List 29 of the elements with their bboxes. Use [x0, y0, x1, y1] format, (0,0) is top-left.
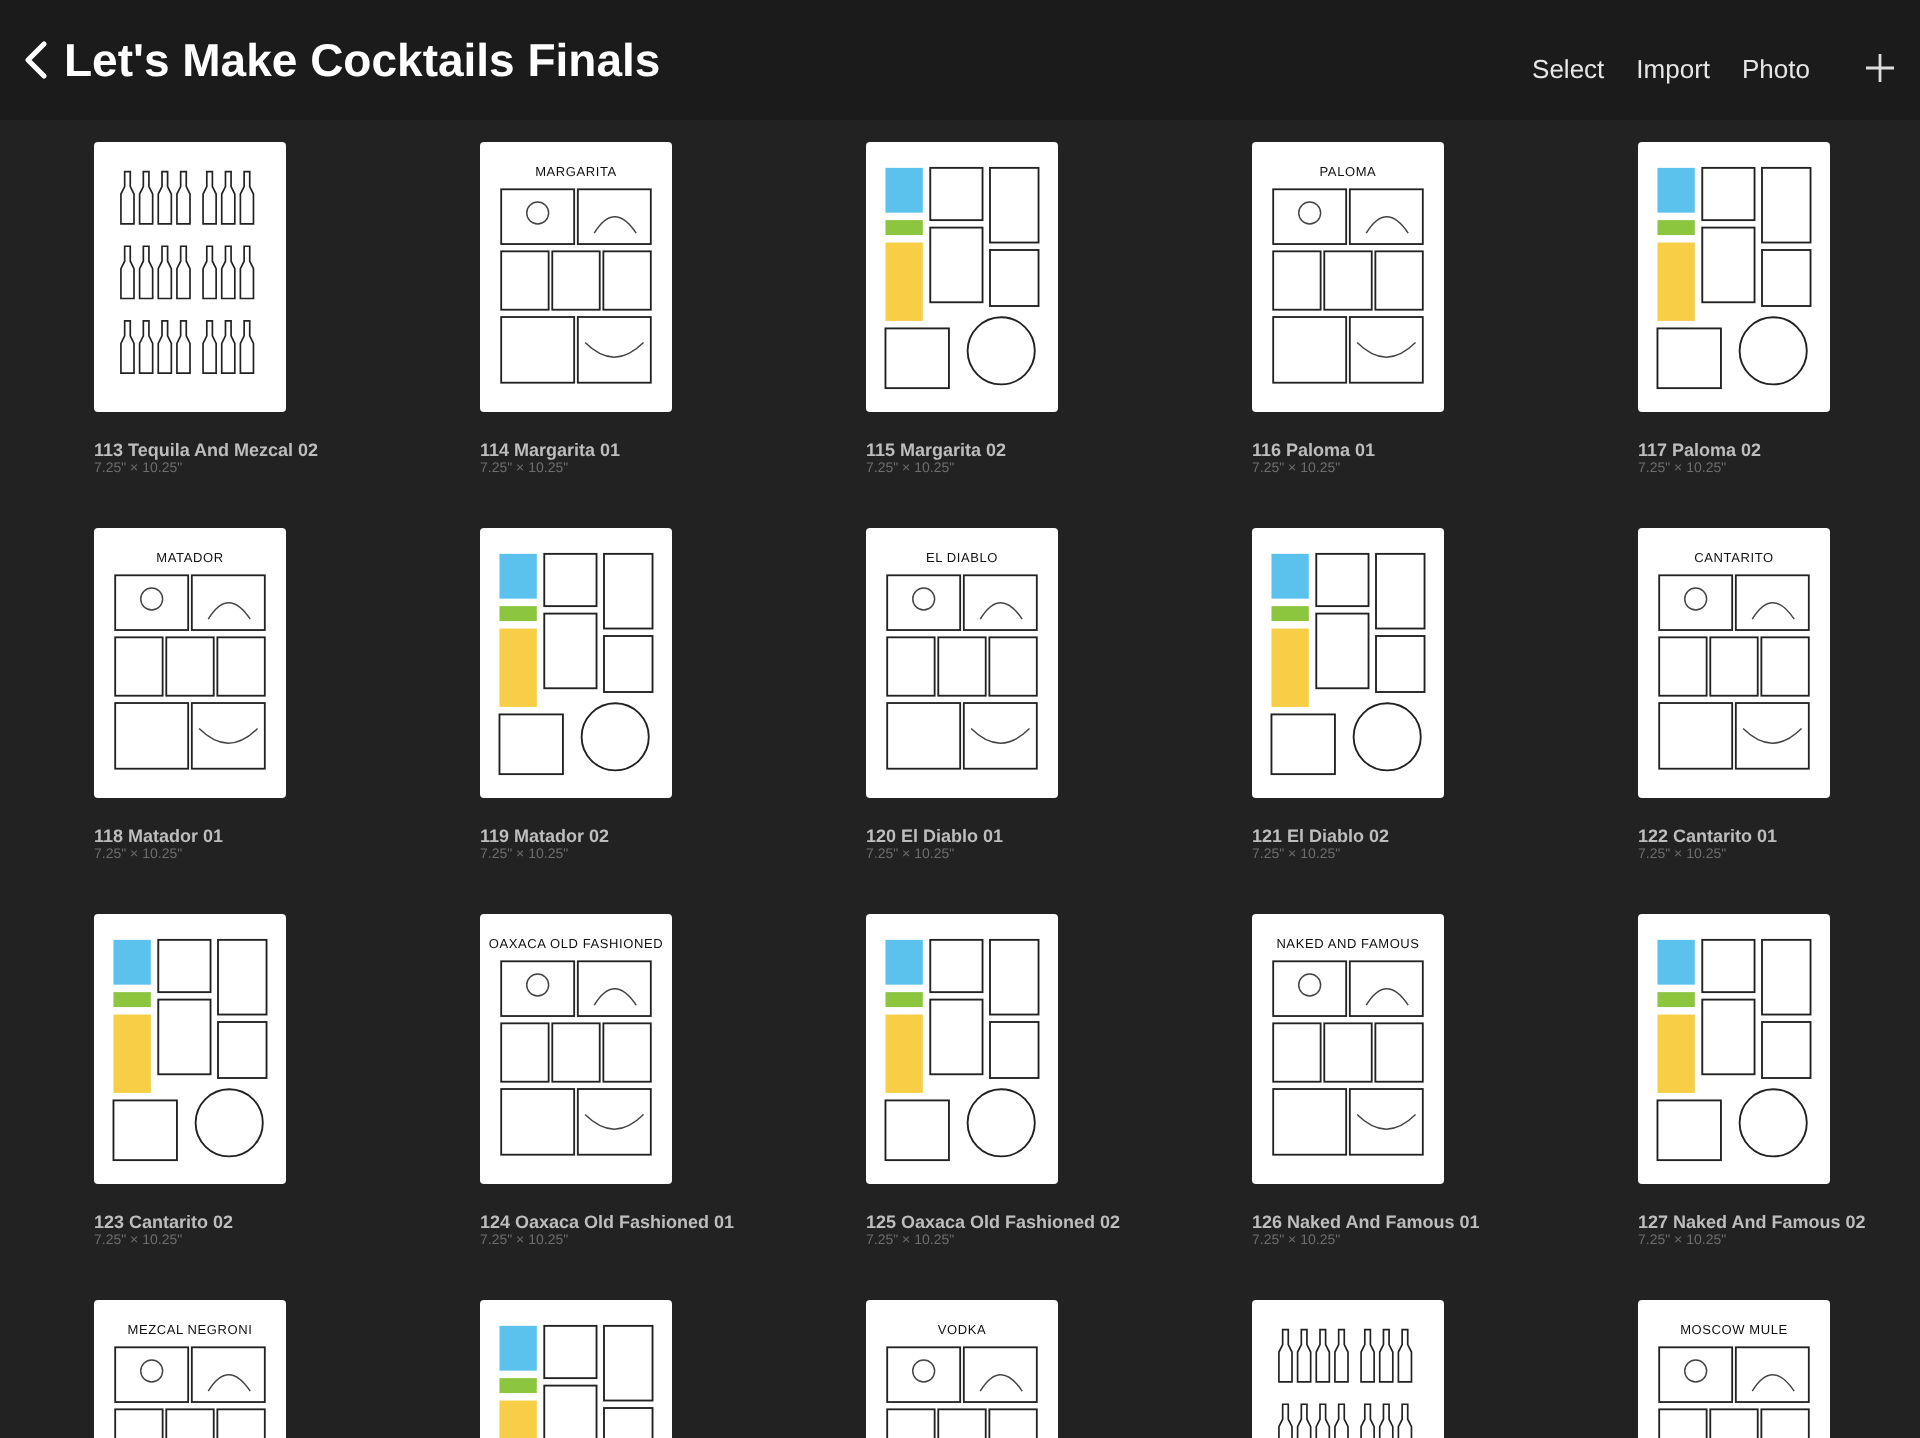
artwork-thumbnail[interactable] [866, 914, 1058, 1184]
gallery-title: Let's Make Cocktails Finals [64, 33, 661, 87]
artwork-thumbnail[interactable] [1638, 142, 1830, 412]
artwork-thumbnail[interactable] [94, 914, 286, 1184]
artwork-name: 123 Cantarito 02 [94, 1212, 236, 1232]
artwork-thumbnail[interactable] [866, 142, 1058, 412]
artwork-thumbnail[interactable] [1638, 914, 1830, 1184]
artwork-name: 119 Matador 02 [480, 826, 612, 846]
artwork-name: 114 Margarita 01 [480, 440, 623, 460]
toolbar-button[interactable]: Import [1626, 49, 1721, 87]
artwork-name: 117 Paloma 02 [1638, 440, 1764, 460]
plus-icon[interactable] [1864, 52, 1896, 84]
artwork-name: 120 El Diablo 01 [866, 826, 1006, 846]
artwork-thumbnail[interactable] [94, 142, 286, 412]
artwork-name: 122 Cantarito 01 [1638, 826, 1780, 846]
artwork-name: 121 El Diablo 02 [1252, 826, 1392, 846]
artwork-name: 126 Naked And Famous 01 [1252, 1212, 1482, 1232]
toolbar-button[interactable]: Select [1522, 49, 1615, 87]
artwork-name: 125 Oaxaca Old Fashioned 02 [866, 1212, 1123, 1232]
artwork-name: 113 Tequila And Mezcal 02 [94, 440, 321, 460]
artwork-name: 115 Margarita 02 [866, 440, 1009, 460]
artwork-name: 118 Matador 01 [94, 826, 226, 846]
artwork-thumbnail[interactable] [480, 528, 672, 798]
artwork-name: 127 Naked And Famous 02 [1638, 1212, 1868, 1232]
artwork-name: 124 Oaxaca Old Fashioned 01 [480, 1212, 737, 1232]
artwork-thumbnail[interactable] [1252, 528, 1444, 798]
artwork-name: 116 Paloma 01 [1252, 440, 1378, 460]
toolbar-button[interactable]: Photo [1732, 49, 1820, 87]
back-icon[interactable] [24, 40, 48, 80]
